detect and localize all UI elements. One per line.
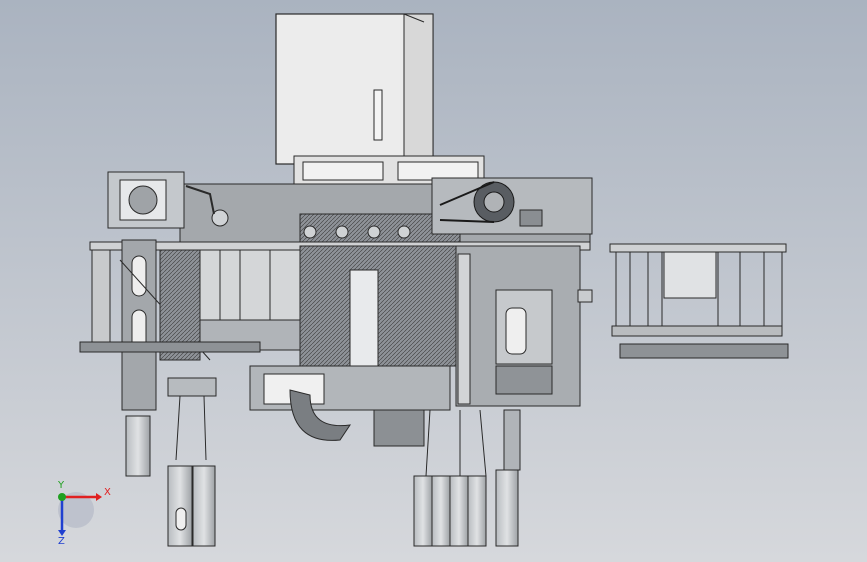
y-axis-label: Y [58,480,65,491]
right-cabinet[interactable] [455,245,593,407]
detached-rack[interactable] [609,243,789,359]
x-axis-label: X [104,487,111,498]
right-cylinders[interactable] [413,409,521,547]
z-axis-label: Z [58,536,65,547]
coordinate-triad [58,492,102,536]
pulley-motor[interactable] [431,177,593,235]
cad-viewport[interactable]: X Y Z [0,0,867,562]
y-axis-dot [58,493,66,501]
x-arrow-head [96,493,102,501]
assembly-model[interactable] [0,0,867,562]
